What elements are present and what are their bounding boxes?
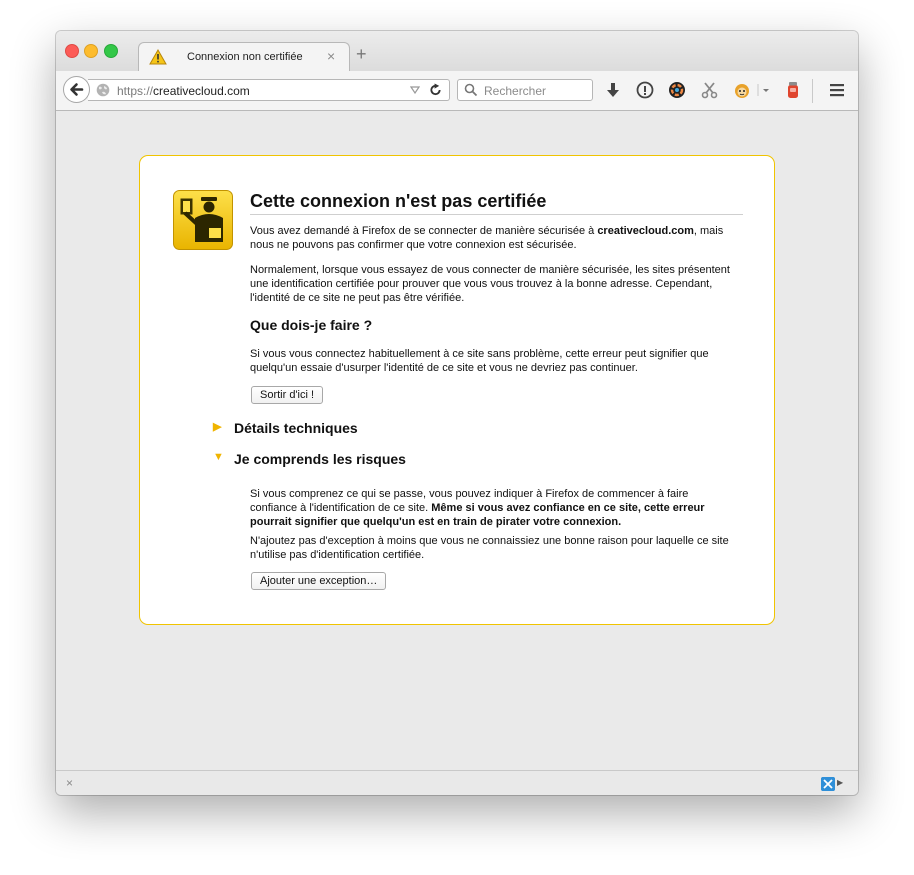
greasemonkey-icon[interactable] xyxy=(732,80,752,100)
title-bar: Connexion non certifiée × + xyxy=(56,31,858,72)
window-zoom-button[interactable] xyxy=(104,44,118,58)
download-icon[interactable] xyxy=(603,80,623,100)
jar-icon[interactable] xyxy=(783,80,803,100)
collapsed-arrow-icon: ▶ xyxy=(213,421,222,433)
certificate-officer-icon xyxy=(173,190,233,250)
globe-icon xyxy=(96,83,110,97)
window-minimize-button[interactable] xyxy=(84,44,98,58)
addon-dropdown-icon[interactable] xyxy=(756,80,776,100)
history-dropdown-icon[interactable] xyxy=(410,86,420,94)
add-exception-button[interactable]: Ajouter une exception… xyxy=(251,572,387,590)
intro-paragraph: Vous avez demandé à Firefox de se connec… xyxy=(250,224,743,252)
warning-icon xyxy=(149,49,167,65)
status-bar: × ▶ xyxy=(56,770,858,795)
search-bar[interactable]: Rechercher xyxy=(457,79,593,101)
info-icon[interactable] xyxy=(635,80,655,100)
risks-paragraph: Si vous comprenez ce qui se passe, vous … xyxy=(250,487,735,529)
url-text: https://creativecloud.com xyxy=(117,84,250,98)
back-arrow-icon xyxy=(70,83,84,96)
tab-current[interactable]: Connexion non certifiée × xyxy=(138,42,350,72)
url-bar[interactable]: https://creativecloud.com xyxy=(88,79,450,101)
addon-status-icon[interactable] xyxy=(821,777,835,791)
leave-button[interactable]: Sortir d'ici ! xyxy=(251,386,324,404)
search-placeholder: Rechercher xyxy=(484,84,547,98)
toolbar-separator xyxy=(812,79,813,103)
navigation-toolbar: https://creativecloud.com Rechercher xyxy=(56,71,858,111)
tab-title: Connexion non certifiée xyxy=(187,51,303,63)
status-arrow-icon[interactable]: ▶ xyxy=(837,778,843,787)
intro-text-start: Vous avez demandé à Firefox de se connec… xyxy=(250,225,598,237)
search-icon xyxy=(464,83,478,97)
page-title: Cette connexion n'est pas certifiée xyxy=(250,191,743,215)
site-host: creativecloud.com xyxy=(597,225,694,237)
url-protocol: https:// xyxy=(117,84,154,98)
browser-window: Connexion non certifiée × + https://crea… xyxy=(56,31,858,795)
new-tab-button[interactable]: + xyxy=(356,45,367,63)
tab-close-icon[interactable]: × xyxy=(327,48,335,64)
explanation-paragraph: Normalement, lorsque vous essayez de vou… xyxy=(250,264,730,304)
url-host: creativecloud.com xyxy=(153,84,250,98)
scissors-icon[interactable] xyxy=(700,80,720,100)
exception-paragraph: N'ajoutez pas d'exception à moins que vo… xyxy=(250,535,729,561)
technical-details-label: Détails techniques xyxy=(234,420,358,436)
error-panel: Cette connexion n'est pas certifiée Vous… xyxy=(139,155,775,625)
menu-icon[interactable] xyxy=(827,80,847,100)
expanded-arrow-icon: ▼ xyxy=(213,451,224,463)
what-to-do-heading: Que dois-je faire ? xyxy=(250,317,373,333)
page-content: Cette connexion n'est pas certifiée Vous… xyxy=(56,111,858,770)
close-status-icon[interactable]: × xyxy=(66,776,73,790)
color-wheel-icon[interactable] xyxy=(667,80,687,100)
what-to-do-text: Si vous vous connectez habituellement à … xyxy=(250,348,709,374)
reload-icon[interactable] xyxy=(429,83,442,97)
window-close-button[interactable] xyxy=(65,44,79,58)
back-button[interactable] xyxy=(63,76,90,103)
risks-heading: Je comprends les risques xyxy=(234,451,406,467)
